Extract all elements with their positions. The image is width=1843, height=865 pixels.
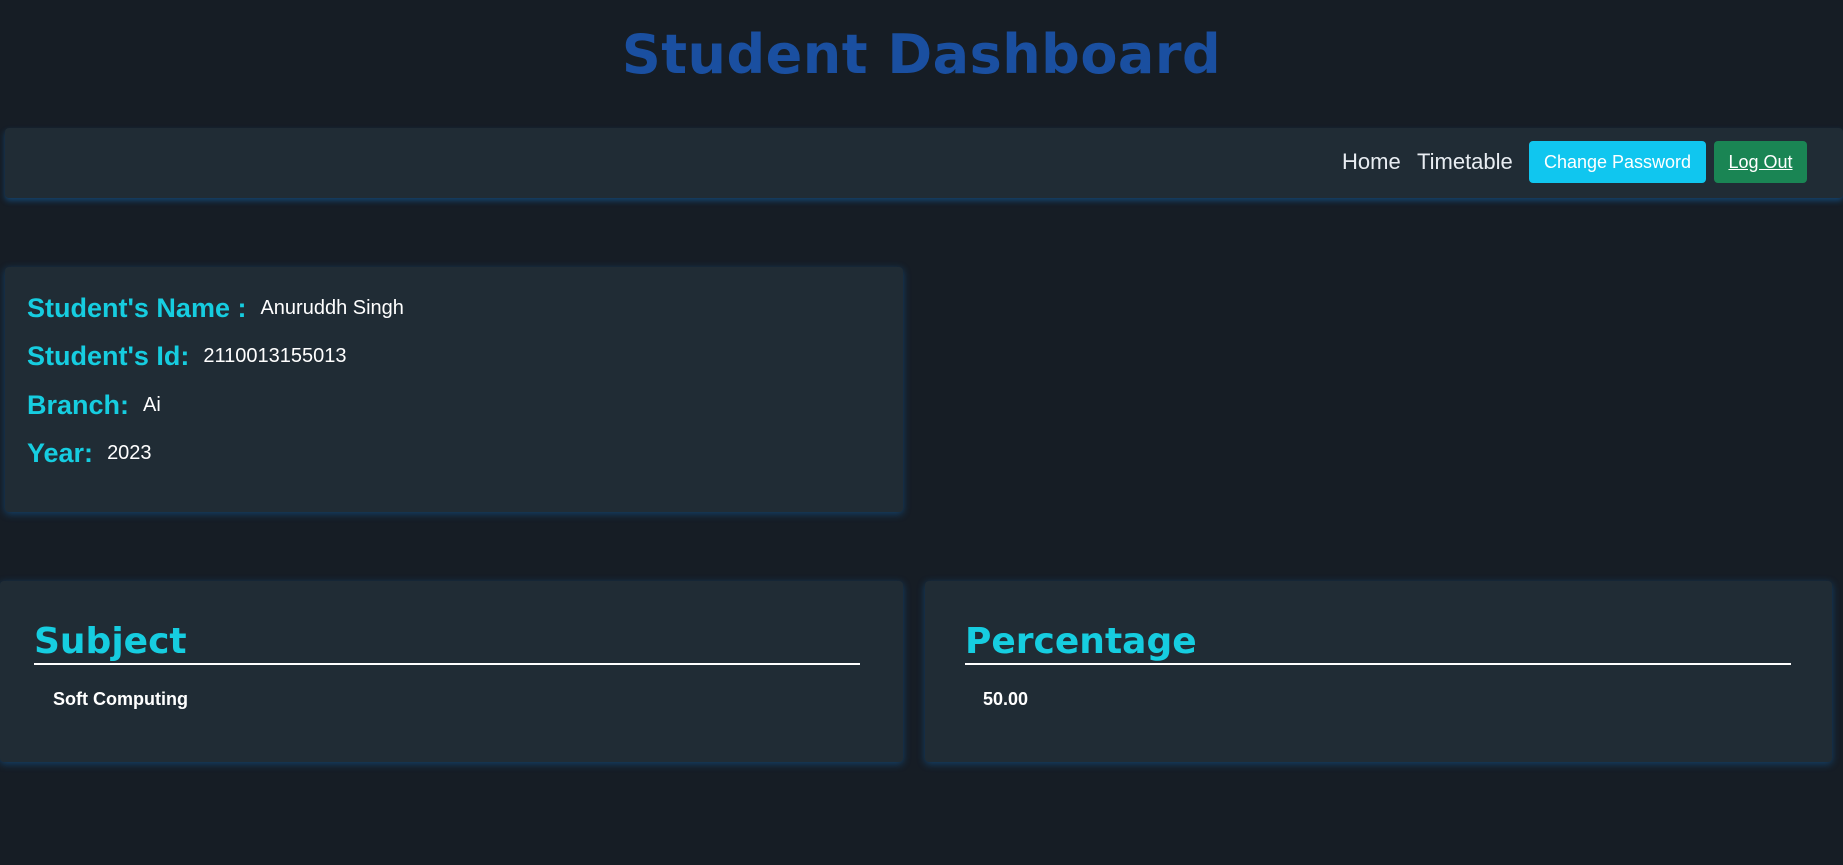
branch-value: Ai	[143, 394, 161, 416]
student-id-label: Student's Id:	[27, 341, 190, 371]
branch-row: Branch: Ai	[27, 388, 161, 422]
student-id-value: 2110013155013	[203, 345, 347, 367]
nav-timetable-link[interactable]: Timetable	[1417, 148, 1513, 176]
change-password-button[interactable]: Change Password	[1529, 141, 1706, 183]
logout-button[interactable]: Log Out	[1714, 141, 1807, 183]
page-title: Student Dashboard	[621, 23, 1222, 86]
navbar: Home Timetable Change Password Log Out	[5, 128, 1843, 198]
subject-panel: Subject Soft Computing	[0, 581, 903, 762]
branch-label: Branch:	[27, 390, 130, 420]
student-name-row: Student's Name : Anuruddh Singh	[27, 291, 404, 325]
year-label: Year:	[27, 438, 94, 468]
student-name-value: Anuruddh Singh	[260, 297, 404, 319]
student-name-label: Student's Name :	[27, 293, 247, 323]
year-value: 2023	[107, 442, 152, 464]
nav-home-link[interactable]: Home	[1342, 148, 1401, 176]
year-row: Year: 2023	[27, 436, 152, 470]
subject-column-header: Subject	[34, 621, 860, 665]
subject-cell: Soft Computing	[53, 689, 188, 709]
percentage-cell: 50.00	[983, 689, 1029, 709]
percentage-panel: Percentage 50.00	[925, 581, 1832, 762]
percentage-column-header: Percentage	[965, 621, 1791, 665]
student-id-row: Student's Id: 2110013155013	[27, 339, 347, 373]
